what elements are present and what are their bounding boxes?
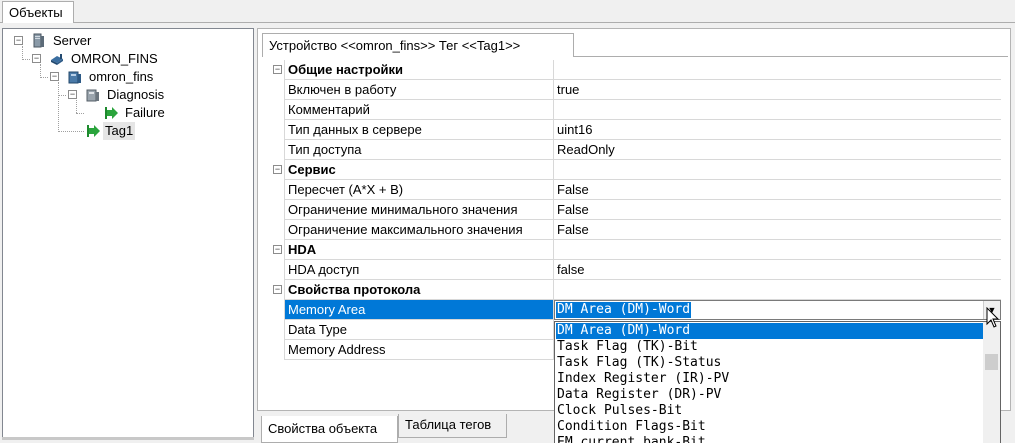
collapse-icon[interactable]: − (50, 72, 59, 81)
property-row-hda-access[interactable]: HDA доступ false (285, 260, 1001, 280)
category-label: Общие настройки (288, 62, 403, 77)
folder-icon (86, 89, 99, 102)
tree-item-label: Tag1 (103, 122, 136, 140)
channel-icon (51, 54, 63, 65)
tree-item-label: Server (53, 33, 92, 48)
column-separator (553, 280, 554, 300)
category-label: Свойства протокола (288, 282, 421, 297)
tag-arrow-icon (105, 107, 118, 119)
tag-arrow-icon (87, 125, 100, 137)
tree-line (58, 95, 66, 96)
device-icon (68, 71, 81, 84)
tree-item-label: Diagnosis (107, 87, 165, 102)
property-row-max-limit[interactable]: Ограничение максимального значения False (285, 220, 1001, 240)
tab-device-tag[interactable]: Устройство <<omron_fins>> Тег <<Tag1>> (262, 33, 574, 57)
property-name: Memory Address (288, 342, 386, 357)
property-row-data-type-server[interactable]: Тип данных в сервере uint16 (285, 120, 1001, 140)
tree-line (22, 46, 23, 60)
memory-area-selected-value: DM Area (DM)-Word (556, 302, 692, 318)
collapse-icon[interactable]: − (273, 65, 282, 74)
property-name: Data Type (288, 322, 348, 337)
tree-line (40, 64, 41, 78)
category-general[interactable]: Общие настройки (285, 60, 1001, 80)
property-row-comment[interactable]: Комментарий (285, 100, 1001, 120)
tree-item-label: OMRON_FINS (71, 51, 158, 66)
property-value[interactable]: False (555, 200, 589, 219)
dropdown-option[interactable]: Clock Pulses-Bit (556, 403, 682, 419)
property-value[interactable]: uint16 (555, 120, 592, 139)
property-value[interactable]: False (555, 180, 589, 199)
tree-line (40, 77, 48, 78)
category-hda[interactable]: HDA (285, 240, 1001, 260)
collapse-icon[interactable]: − (14, 36, 23, 45)
property-name: Memory Area (285, 300, 553, 319)
property-name: HDA доступ (288, 262, 360, 277)
tab-object-properties[interactable]: Свойства объекта (261, 416, 398, 443)
property-name: Тип доступа (288, 142, 362, 157)
tree-line (22, 59, 30, 60)
property-row-access-type[interactable]: Тип доступа ReadOnly (285, 140, 1001, 160)
tab-tag-table[interactable]: Таблица тегов (398, 414, 507, 438)
column-separator (553, 180, 554, 200)
column-separator (553, 80, 554, 100)
column-separator (553, 140, 554, 160)
collapse-icon[interactable]: − (273, 285, 282, 294)
tree-line (58, 82, 59, 130)
dropdown-option[interactable]: Index Register (IR)-PV (556, 371, 729, 387)
category-label: HDA (288, 242, 317, 257)
column-separator (553, 200, 554, 220)
property-name: Ограничение минимального значения (288, 202, 518, 217)
property-row-recalc[interactable]: Пересчет (A*X + B) False (285, 180, 1001, 200)
category-service[interactable]: Сервис (285, 160, 1001, 180)
dropdown-option[interactable]: Task Flag (TK)-Status (556, 355, 721, 371)
tree-horizontal-scrollbar[interactable] (2, 437, 254, 440)
property-value[interactable]: ReadOnly (555, 140, 615, 159)
property-name: Пересчет (A*X + B) (288, 182, 404, 197)
tree-item-label: omron_fins (89, 69, 154, 84)
collapse-icon[interactable]: − (32, 54, 41, 63)
object-tree[interactable]: − Server − OMRON_FINS − omron_fins − Dia… (2, 28, 254, 439)
dropdown-option[interactable]: EM current bank-Bit (556, 435, 706, 443)
property-value[interactable]: False (555, 220, 589, 239)
property-name: Ограничение максимального значения (288, 222, 523, 237)
property-grid-gutter (270, 60, 285, 360)
collapse-icon[interactable]: − (273, 165, 282, 174)
category-protocol[interactable]: Свойства протокола (285, 280, 1001, 300)
memory-area-dropdown-list[interactable]: DM Area (DM)-Word Task Flag (TK)-Bit Tas… (554, 321, 1001, 443)
dropdown-scrollbar[interactable] (983, 322, 1000, 443)
collapse-icon[interactable]: − (273, 245, 282, 254)
property-value[interactable]: false (555, 260, 584, 279)
collapse-icon[interactable]: − (68, 90, 77, 99)
scrollbar-thumb[interactable] (985, 354, 998, 370)
tree-item-label: Failure (125, 105, 165, 120)
property-value[interactable]: true (555, 80, 579, 99)
property-row-min-limit[interactable]: Ограничение минимального значения False (285, 200, 1001, 220)
property-value[interactable] (555, 100, 557, 119)
column-separator (553, 100, 554, 120)
column-separator (553, 240, 554, 260)
mouse-cursor-icon (986, 307, 1000, 328)
dropdown-option[interactable]: Condition Flags-Bit (556, 419, 706, 435)
tree-line (76, 113, 84, 114)
dropdown-option[interactable]: DM Area (DM)-Word (556, 323, 984, 339)
tab-objects[interactable]: Объекты (2, 1, 74, 23)
top-tab-strip-line (0, 22, 1015, 23)
column-separator (553, 160, 554, 180)
column-separator (553, 220, 554, 240)
column-separator (553, 120, 554, 140)
property-name: Тип данных в сервере (288, 122, 422, 137)
column-separator (553, 260, 554, 280)
property-name: Комментарий (288, 102, 370, 117)
dropdown-option[interactable]: Task Flag (TK)-Bit (556, 339, 698, 355)
memory-area-combobox[interactable]: DM Area (DM)-Word ▼ (554, 300, 1001, 320)
tree-line (76, 100, 77, 113)
property-name: Включен в работу (288, 82, 397, 97)
server-icon (33, 33, 44, 48)
dropdown-option[interactable]: Data Register (DR)-PV (556, 387, 721, 403)
column-separator (553, 60, 554, 80)
property-row-enabled[interactable]: Включен в работу true (285, 80, 1001, 100)
tree-line (58, 131, 84, 132)
category-label: Сервис (288, 162, 336, 177)
